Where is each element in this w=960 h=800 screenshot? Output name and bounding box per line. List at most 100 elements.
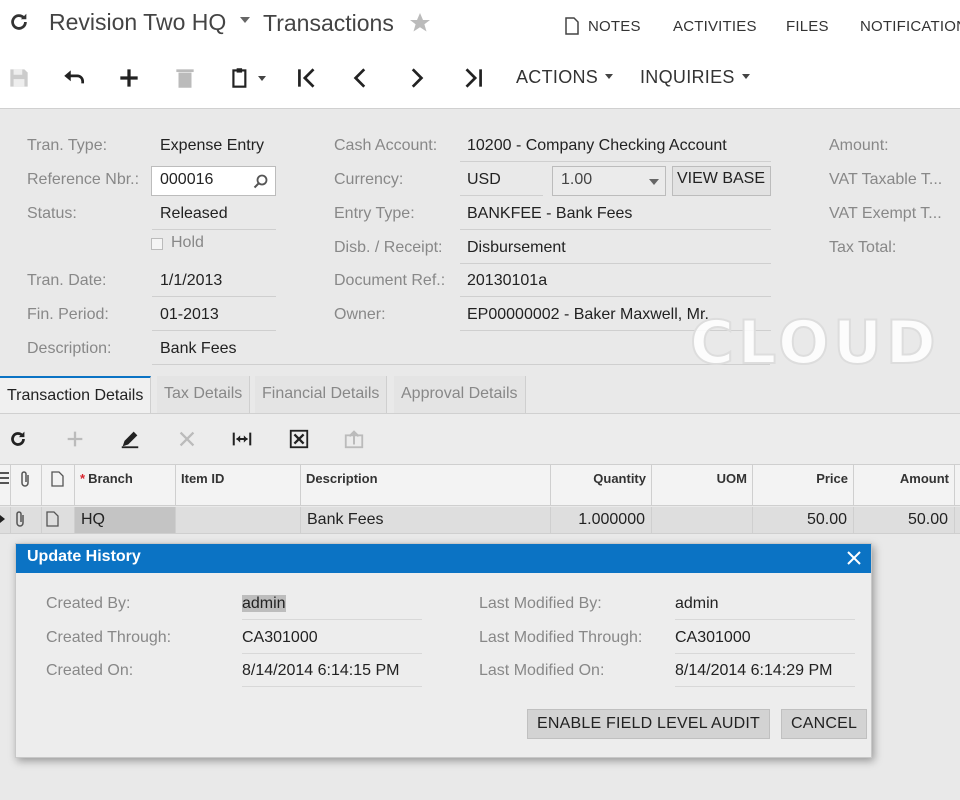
current-row-arrow-icon [0,515,5,523]
fit-columns-icon[interactable] [231,428,253,450]
entry-type-field[interactable]: BANKFEE - Bank Fees [460,205,771,230]
column-header-description[interactable]: Description [301,465,551,506]
view-base-button[interactable]: VIEW BASE [672,166,771,196]
paperclip-icon [21,471,29,487]
currency-label: Currency: [334,171,404,188]
cell-uom[interactable] [652,507,753,533]
activities-link[interactable]: ACTIVITIES [673,18,757,35]
disb-receipt-field[interactable]: Disbursement [460,239,771,264]
update-history-dialog: Update History Created By: admin Created… [15,543,872,758]
currency-field[interactable]: USD [460,171,543,196]
first-record-icon[interactable] [294,65,320,91]
row-note[interactable] [42,507,75,533]
close-icon[interactable] [845,549,863,567]
chevron-down-icon [741,73,750,79]
reference-input[interactable]: 000016 [151,166,276,196]
chevron-down-icon [649,179,659,185]
vat-exempt-label: VAT Exempt T... [829,205,942,222]
cash-account-field[interactable]: 10200 - Company Checking Account [460,137,771,162]
last-modified-on-value: 8/14/2014 6:14:29 PM [675,662,855,687]
chevron-down-icon [605,73,614,79]
row-selector[interactable] [0,507,11,533]
delete-row-icon[interactable] [176,428,198,450]
search-icon[interactable] [253,173,269,189]
cell-quantity[interactable]: 1.000000 [551,507,652,533]
table-row[interactable]: HQ Bank Fees 1.000000 50.00 50.00 [0,507,960,534]
row-attachment[interactable] [11,507,42,533]
cell-branch[interactable]: HQ [75,507,176,533]
refresh-icon[interactable] [7,428,29,450]
refresh-icon[interactable] [8,11,30,33]
cancel-button[interactable]: CANCEL [781,709,868,739]
tab-approval-details[interactable]: Approval Details [394,376,526,413]
document-ref-field[interactable]: 20130101a [460,272,771,297]
next-record-icon[interactable] [403,65,429,91]
chevron-down-icon[interactable] [240,17,250,23]
reference-label: Reference Nbr.: [27,171,140,188]
cell-item-id[interactable] [176,507,301,533]
add-icon[interactable] [116,65,142,91]
tab-tax-details[interactable]: Tax Details [157,376,251,413]
detail-tabs: Transaction Details Tax Details Financia… [0,376,960,414]
previous-record-icon[interactable] [348,65,374,91]
delete-icon[interactable] [172,65,198,91]
grid-toolbar [0,414,960,464]
clipboard-chevron-down-icon[interactable] [258,76,266,81]
main-toolbar: ACTIONS INQUIRIES [0,50,960,109]
disb-receipt-label: Disb. / Receipt: [334,239,443,256]
created-on-label: Created On: [46,662,134,679]
currency-rate-select[interactable]: 1.00 [552,166,666,196]
last-record-icon[interactable] [460,65,486,91]
document-icon[interactable] [565,17,579,35]
created-by-value: admin [242,595,422,620]
last-modified-through-value: CA301000 [675,629,855,654]
column-header-quantity[interactable]: Quantity [551,465,652,506]
export-excel-icon[interactable] [288,428,310,450]
company-selector[interactable]: Revision Two HQ [49,9,226,36]
tab-transaction-details[interactable]: Transaction Details [0,376,152,413]
cell-amount[interactable]: 50.00 [854,507,955,533]
column-header-branch[interactable]: * Branch [75,465,176,506]
document-ref-label: Document Ref.: [334,272,446,289]
actions-menu[interactable]: ACTIONS [516,67,614,88]
paperclip-icon [16,511,24,527]
description-field[interactable]: Bank Fees [152,340,770,365]
amount-label: Amount: [829,137,889,154]
star-icon[interactable] [408,11,432,35]
cash-account-label: Cash Account: [334,137,438,154]
enable-field-level-audit-button[interactable]: ENABLE FIELD LEVEL AUDIT [527,709,770,739]
status-label: Status: [27,205,77,222]
cell-price[interactable]: 50.00 [753,507,854,533]
created-through-label: Created Through: [46,629,172,646]
clipboard-icon[interactable] [228,65,254,91]
undo-icon[interactable] [61,65,87,91]
list-icon [0,472,9,484]
column-header-amount[interactable]: Amount [854,465,955,506]
transaction-form: Tran. Type: Expense Entry Reference Nbr.… [0,110,960,379]
notifications-link[interactable]: NOTIFICATION [860,18,960,35]
note-header [42,465,75,506]
fin-period-field[interactable]: 01-2013 [152,306,276,331]
last-modified-through-label: Last Modified Through: [479,629,643,646]
required-marker: * [80,471,86,486]
notes-link[interactable]: NOTES [588,18,641,35]
last-modified-by-label: Last Modified By: [479,595,602,612]
upload-icon[interactable] [343,428,365,450]
inquiries-menu[interactable]: INQUIRIES [640,67,750,88]
column-header-uom[interactable]: UOM [652,465,753,506]
column-header-item-id[interactable]: Item ID [176,465,301,506]
created-by-text: admin [242,595,286,612]
edit-icon[interactable] [119,428,141,450]
status-value: Released [152,205,276,230]
reference-value: 000016 [160,171,214,188]
files-link[interactable]: FILES [786,18,829,35]
cell-description[interactable]: Bank Fees [301,507,551,533]
column-header-price[interactable]: Price [753,465,854,506]
row-selector-header [0,465,11,506]
created-through-value: CA301000 [242,629,422,654]
tran-date-field[interactable]: 1/1/2013 [152,272,276,297]
add-row-icon[interactable] [64,428,86,450]
hold-checkbox[interactable] [151,238,163,250]
save-icon[interactable] [6,65,32,91]
tab-financial-details[interactable]: Financial Details [255,376,388,413]
